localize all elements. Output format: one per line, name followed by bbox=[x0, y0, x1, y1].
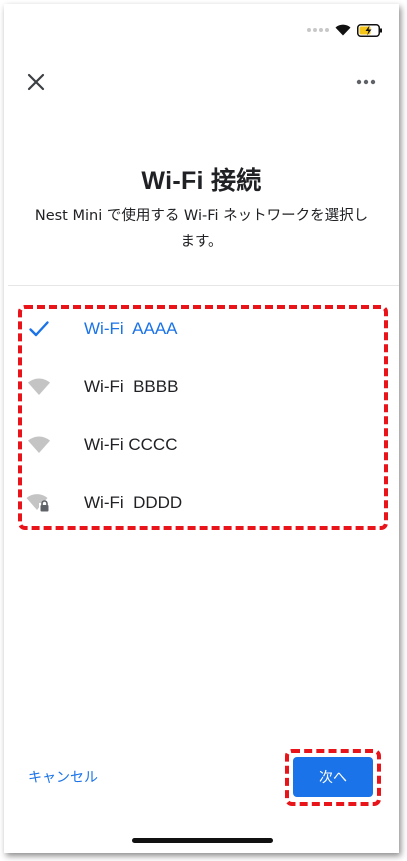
network-item-dddd[interactable]: Wi-Fi DDDD bbox=[18, 474, 388, 532]
wifi-lock-icon bbox=[26, 490, 52, 516]
wifi-icon bbox=[26, 432, 52, 458]
status-bar bbox=[307, 18, 383, 42]
page-title: Wi-Fi 接続 bbox=[141, 167, 262, 195]
more-vert-icon[interactable] bbox=[355, 74, 377, 90]
close-icon[interactable] bbox=[24, 70, 48, 94]
phone-screen: Wi-Fi 接続 Nest Mini で使用する Wi-Fi ネットワークを選択… bbox=[4, 4, 399, 853]
network-name: Wi-Fi DDDD bbox=[84, 493, 183, 512]
network-name: Wi-Fi BBBB bbox=[84, 377, 179, 396]
network-name: Wi-Fi CCCC bbox=[84, 435, 178, 454]
network-name: Wi-Fi AAAA bbox=[84, 319, 178, 338]
checkmark-icon bbox=[26, 316, 52, 342]
cancel-button[interactable]: キャンセル bbox=[28, 767, 98, 787]
wifi-icon bbox=[26, 374, 52, 400]
network-item-cccc[interactable]: Wi-Fi CCCC bbox=[18, 416, 388, 474]
network-list: Wi-Fi AAAA Wi-Fi BBBB Wi-Fi CCCC Wi-Fi D… bbox=[18, 305, 388, 532]
battery-charging-icon bbox=[357, 23, 382, 37]
wifi-status-icon bbox=[335, 24, 351, 36]
next-button[interactable]: 次へ bbox=[293, 757, 373, 797]
page-description: Nest Mini で使用する Wi-Fi ネットワークを選択します。 bbox=[34, 208, 369, 250]
network-item-bbbb[interactable]: Wi-Fi BBBB bbox=[18, 358, 388, 416]
cellular-signal-icon bbox=[307, 28, 329, 32]
home-indicator[interactable] bbox=[132, 838, 273, 843]
network-item-aaaa[interactable]: Wi-Fi AAAA bbox=[18, 300, 388, 358]
divider bbox=[8, 285, 399, 286]
